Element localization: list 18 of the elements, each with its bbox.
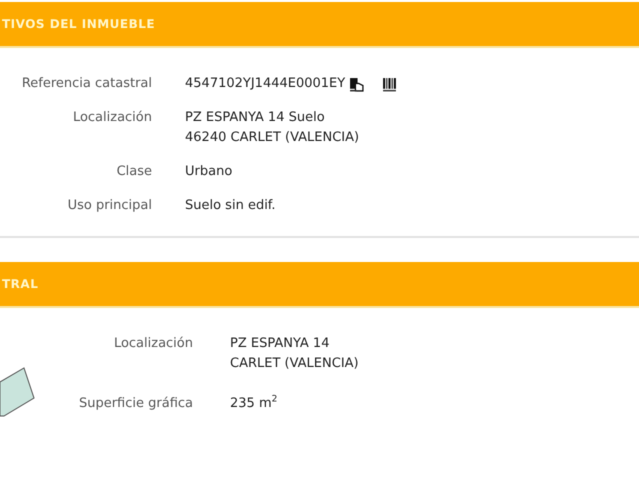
barcode-icon[interactable] [382,76,398,92]
document-hand-icon[interactable] [349,76,364,92]
field-label: Localización [112,335,193,353]
field-label: Referencia catastral [20,75,152,93]
field-value: 46240 CARLET (VALENCIA) [185,129,360,147]
field-value: 4547102YJ1444E0001EY [185,75,346,93]
field-value: PZ ESPANYA 14 [230,335,330,353]
field-label: Superficie gráfica [78,395,193,413]
field-label: Localización [72,109,152,127]
field-label: Clase [116,163,152,181]
field-value: 235 m$^{2}$ [230,394,278,413]
field-value: Suelo sin edif. [185,197,276,215]
section-title: TRAL [2,277,38,291]
field-label: Uso principal [66,197,152,215]
section-title: TIVOS DEL INMUEBLE [2,17,156,31]
field-value: PZ ESPANYA 14 Suelo [185,109,325,127]
field-value: Urbano [185,163,232,181]
field-value: CARLET (VALENCIA) [230,355,359,373]
